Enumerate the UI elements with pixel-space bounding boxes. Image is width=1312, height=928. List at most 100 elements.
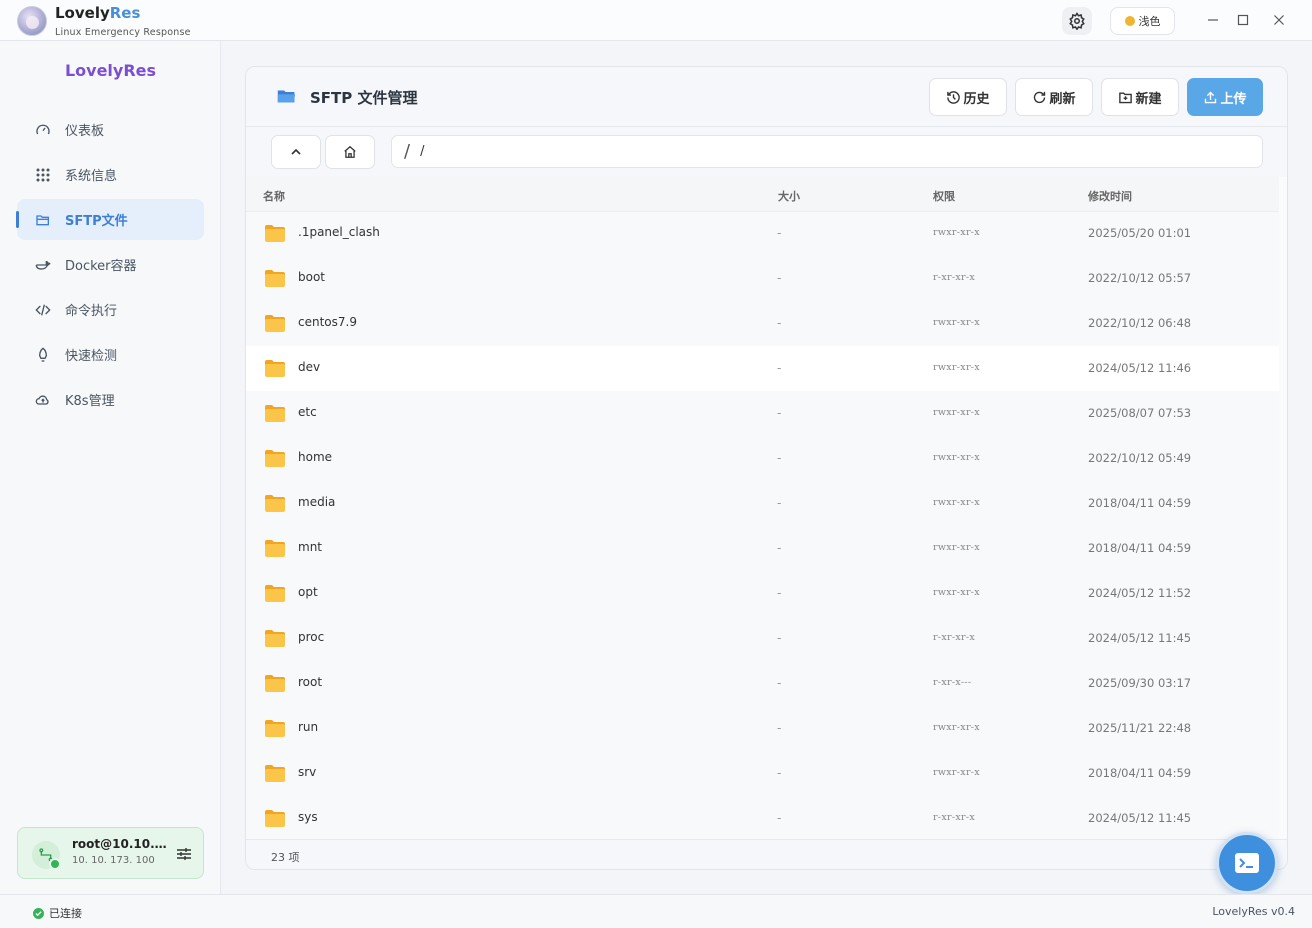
- file-permission: rwxr-xr-x: [933, 542, 980, 553]
- app-subtitle: Linux Emergency Response: [55, 27, 191, 38]
- refresh-button[interactable]: 刷新: [1015, 78, 1093, 116]
- file-permission: rwxr-xr-x: [933, 587, 980, 598]
- theme-toggle-button[interactable]: 浅色: [1110, 7, 1175, 35]
- table-row[interactable]: proc - r-xr-xr-x 2024/05/12 11:45: [246, 616, 1279, 661]
- folder-icon: [265, 720, 285, 737]
- table-row[interactable]: srv - rwxr-xr-x 2018/04/11 04:59: [246, 751, 1279, 796]
- file-modified-time: 2025/09/30 03:17: [1088, 676, 1192, 690]
- home-directory-button[interactable]: [325, 135, 375, 169]
- connection-card[interactable]: root@10.10.173.100 10. 10. 173. 100: [17, 827, 204, 879]
- title-bar: LovelyRes Linux Emergency Response 浅色: [0, 0, 1312, 41]
- folder-icon: [265, 495, 285, 512]
- connection-icon: [32, 841, 61, 870]
- minimize-button[interactable]: [1204, 11, 1222, 29]
- file-size: -: [777, 226, 782, 240]
- connection-status-text: 已连接: [49, 907, 82, 920]
- connection-ip: 10. 10. 173. 100: [72, 855, 155, 866]
- table-row[interactable]: opt - rwxr-xr-x 2024/05/12 11:52: [246, 571, 1279, 616]
- path-input[interactable]: / /: [391, 135, 1263, 168]
- terminal-button[interactable]: [1216, 832, 1278, 894]
- folder-icon: [265, 630, 285, 647]
- file-modified-time: 2018/04/11 04:59: [1088, 766, 1192, 780]
- file-modified-time: 2022/10/12 05:49: [1088, 451, 1192, 465]
- new-button[interactable]: 新建: [1101, 78, 1179, 116]
- table-header: 名称 大小 权限 修改时间: [246, 177, 1279, 212]
- sidebar-item-dashboard[interactable]: 仪表板: [17, 109, 204, 150]
- folder-icon: [265, 810, 285, 827]
- file-size: -: [777, 316, 782, 330]
- file-size: -: [777, 631, 782, 645]
- close-icon: [1274, 15, 1284, 25]
- gear-icon: [1069, 12, 1085, 30]
- panel-footer: 23 项: [246, 839, 1287, 869]
- path-value: /: [420, 144, 425, 159]
- upload-button[interactable]: 上传: [1187, 78, 1263, 116]
- cloud-upload-icon: [35, 392, 51, 408]
- table-scrollbar[interactable]: [1279, 177, 1287, 839]
- table-row[interactable]: etc - rwxr-xr-x 2025/08/07 07:53: [246, 391, 1279, 436]
- file-permission: rwxr-xr-x: [933, 722, 980, 733]
- file-name: home: [298, 450, 333, 464]
- file-size: -: [777, 406, 782, 420]
- file-table-body: .1panel_clash - rwxr-xr-x 2025/05/20 01:01 b…: [246, 212, 1279, 839]
- file-modified-time: 2025/05/20 01:01: [1088, 226, 1192, 240]
- sidebar-item-command[interactable]: 命令执行: [17, 289, 204, 330]
- panel-header: SFTP 文件管理 历史 刷新 新建 上传: [246, 67, 1287, 127]
- connection-status: 已连接: [33, 905, 82, 921]
- table-row[interactable]: sys - r-xr-xr-x 2024/05/12 11:45: [246, 796, 1279, 839]
- folder-open-icon: [35, 212, 51, 228]
- maximize-button[interactable]: [1234, 11, 1252, 29]
- history-button[interactable]: 历史: [929, 78, 1007, 116]
- sidebar-item-label: 快速检测: [65, 349, 118, 364]
- table-row[interactable]: media - rwxr-xr-x 2018/04/11 04:59: [246, 481, 1279, 526]
- path-root-separator: /: [404, 141, 411, 162]
- table-row[interactable]: boot - r-xr-xr-x 2022/10/12 05:57: [246, 256, 1279, 301]
- column-size-header[interactable]: 大小: [778, 188, 800, 204]
- column-modified-header[interactable]: 修改时间: [1088, 188, 1132, 204]
- parent-directory-button[interactable]: [271, 135, 321, 169]
- docker-icon: [35, 257, 51, 273]
- grid-icon: [35, 167, 51, 183]
- file-name: mnt: [298, 540, 322, 554]
- sidebar-item-k8s[interactable]: K8s管理: [17, 379, 204, 420]
- column-permission-header[interactable]: 权限: [933, 188, 955, 204]
- file-permission: rwxr-xr-x: [933, 497, 980, 508]
- sliders-icon: [177, 848, 191, 860]
- table-row[interactable]: root - r-xr-x--- 2025/09/30 03:17: [246, 661, 1279, 706]
- connection-settings-button[interactable]: [174, 844, 194, 864]
- table-row[interactable]: centos7.9 - rwxr-xr-x 2022/10/12 06:48: [246, 301, 1279, 346]
- item-count: 23 项: [271, 851, 300, 864]
- file-permission: r-xr-x---: [933, 677, 972, 688]
- folder-icon: [265, 540, 285, 557]
- file-name: dev: [298, 360, 321, 374]
- file-name: srv: [298, 765, 317, 779]
- upload-icon: [1205, 91, 1217, 103]
- settings-button[interactable]: [1062, 7, 1092, 35]
- sidebar-item-label: 命令执行: [65, 304, 118, 319]
- sidebar-item-sftp[interactable]: SFTP文件: [16, 199, 204, 240]
- table-row[interactable]: dev - rwxr-xr-x 2024/05/12 11:46: [246, 346, 1279, 391]
- table-row[interactable]: .1panel_clash - rwxr-xr-x 2025/05/20 01:01: [246, 212, 1279, 256]
- close-button[interactable]: [1270, 11, 1288, 29]
- panel-title: SFTP 文件管理: [310, 89, 418, 107]
- file-modified-time: 2022/10/12 06:48: [1088, 316, 1192, 330]
- file-name: etc: [298, 405, 317, 419]
- folder-icon: [265, 765, 285, 782]
- home-icon: [344, 145, 356, 158]
- sidebar-brand: LovelyRes: [64, 61, 157, 80]
- file-modified-time: 2018/04/11 04:59: [1088, 496, 1192, 510]
- table-row[interactable]: mnt - rwxr-xr-x 2018/04/11 04:59: [246, 526, 1279, 571]
- folder-icon: [265, 270, 285, 287]
- sidebar-item-quick-check[interactable]: 快速检测: [17, 334, 204, 375]
- status-bar: 已连接 LovelyRes v0.4: [0, 894, 1312, 928]
- column-name-header[interactable]: 名称: [263, 188, 285, 204]
- file-modified-time: 2024/05/12 11:45: [1088, 811, 1192, 825]
- table-row[interactable]: home - rwxr-xr-x 2022/10/12 05:49: [246, 436, 1279, 481]
- sidebar-item-system-info[interactable]: 系统信息: [17, 154, 204, 195]
- table-row[interactable]: run - rwxr-xr-x 2025/11/21 22:48: [246, 706, 1279, 751]
- file-modified-time: 2024/05/12 11:52: [1088, 586, 1192, 600]
- file-permission: r-xr-xr-x: [933, 812, 976, 823]
- file-modified-time: 2024/05/12 11:46: [1088, 361, 1192, 375]
- sidebar-item-docker[interactable]: Docker容器: [17, 244, 204, 285]
- file-size: -: [777, 361, 782, 375]
